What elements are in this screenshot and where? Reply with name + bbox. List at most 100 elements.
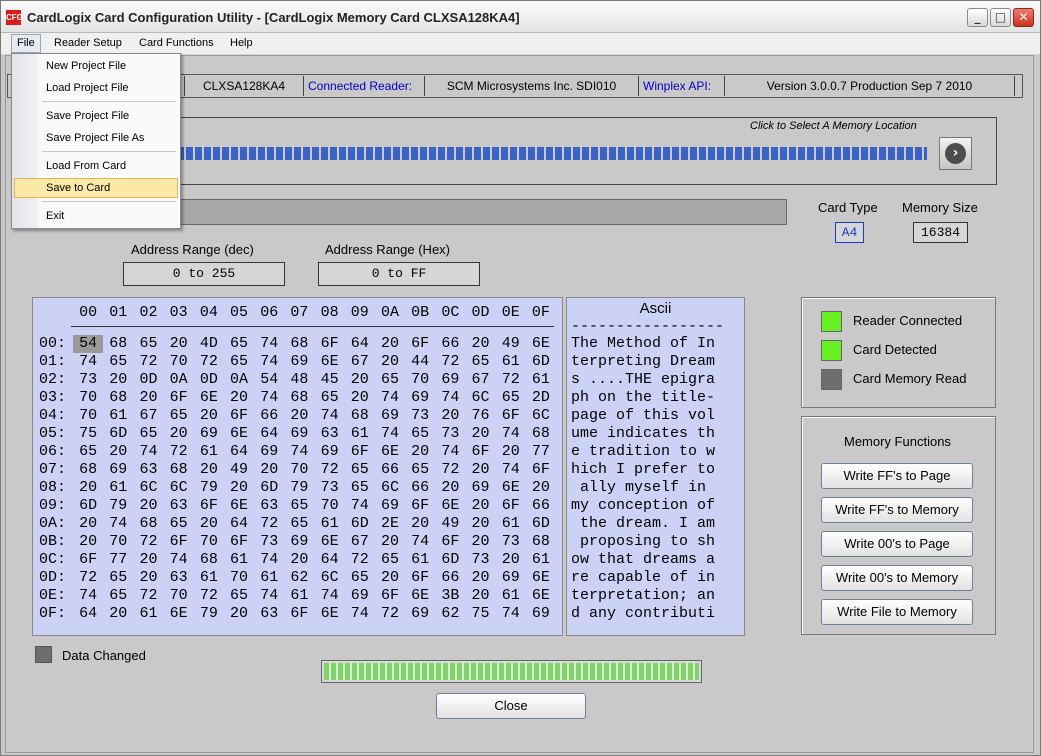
hex-byte-cell[interactable]: 6D [345, 515, 375, 533]
hex-byte-cell[interactable]: 65 [224, 335, 254, 353]
hex-byte-cell[interactable]: 65 [375, 371, 405, 389]
hex-byte-cell[interactable]: 70 [73, 389, 103, 407]
hex-byte-cell[interactable]: 6F [496, 407, 526, 425]
hex-byte-cell[interactable]: 0A [164, 371, 194, 389]
hex-byte-cell[interactable]: 73 [496, 533, 526, 551]
hex-byte-cell[interactable]: 65 [164, 407, 194, 425]
hex-byte-cell[interactable]: 20 [345, 389, 375, 407]
menu-file[interactable]: File [11, 34, 41, 53]
hex-byte-cell[interactable]: 76 [465, 407, 495, 425]
hex-byte-cell[interactable]: 20 [133, 551, 163, 569]
hex-byte-cell[interactable]: 68 [73, 461, 103, 479]
hex-byte-cell[interactable]: 20 [73, 479, 103, 497]
hex-byte-cell[interactable]: 73 [465, 551, 495, 569]
hex-byte-cell[interactable]: 65 [224, 353, 254, 371]
hex-byte-cell[interactable]: 6F [405, 569, 435, 587]
hex-byte-cell[interactable]: 6E [405, 587, 435, 605]
write-file-memory-button[interactable]: Write File to Memory [821, 599, 973, 625]
hex-byte-cell[interactable]: 69 [284, 425, 314, 443]
hex-byte-cell[interactable]: 61 [496, 515, 526, 533]
hex-byte-cell[interactable]: 20 [375, 353, 405, 371]
hex-byte-cell[interactable]: 6C [315, 569, 345, 587]
hex-byte-cell[interactable]: 20 [465, 569, 495, 587]
hex-byte-cell[interactable]: 65 [345, 461, 375, 479]
menu-load-from-card[interactable]: Load From Card [14, 156, 178, 176]
hex-byte-cell[interactable]: 69 [315, 443, 345, 461]
hex-byte-cell[interactable]: 62 [435, 605, 465, 623]
hex-byte-cell[interactable]: 3B [435, 587, 465, 605]
hex-byte-cell[interactable]: 6E [315, 605, 345, 623]
hex-byte-cell[interactable]: 65 [103, 587, 133, 605]
hex-byte-cell[interactable]: 74 [315, 587, 345, 605]
hex-byte-cell[interactable]: 20 [465, 515, 495, 533]
hex-byte-cell[interactable]: 74 [254, 335, 284, 353]
hex-byte-cell[interactable]: 68 [103, 389, 133, 407]
hex-byte-cell[interactable]: 6E [526, 335, 556, 353]
hex-byte-cell[interactable]: 67 [345, 533, 375, 551]
hex-byte-cell[interactable]: 79 [194, 479, 224, 497]
hex-byte-cell[interactable]: 0A [224, 371, 254, 389]
hex-byte-cell[interactable]: 65 [405, 461, 435, 479]
hex-byte-cell[interactable]: 70 [315, 497, 345, 515]
hex-byte-cell[interactable]: 20 [375, 533, 405, 551]
hex-byte-cell[interactable]: 75 [465, 605, 495, 623]
hex-byte-cell[interactable]: 20 [103, 605, 133, 623]
title-bar[interactable]: CFG CardLogix Card Configuration Utility… [1, 1, 1040, 33]
hex-byte-cell[interactable]: 74 [254, 353, 284, 371]
hex-byte-cell[interactable]: 6E [194, 389, 224, 407]
hex-byte-cell[interactable]: 69 [194, 425, 224, 443]
hex-byte-cell[interactable]: 69 [375, 497, 405, 515]
menu-exit[interactable]: Exit [14, 206, 178, 226]
hex-byte-cell[interactable]: 49 [496, 335, 526, 353]
hex-byte-cell[interactable]: 65 [73, 443, 103, 461]
hex-byte-cell[interactable]: 45 [315, 371, 345, 389]
hex-byte-cell[interactable]: 20 [133, 569, 163, 587]
hex-byte-cell[interactable]: 75 [73, 425, 103, 443]
hex-byte-cell[interactable]: 74 [254, 389, 284, 407]
hex-byte-cell[interactable]: 70 [194, 533, 224, 551]
hex-byte-cell[interactable]: 6F [194, 497, 224, 515]
hex-byte-cell[interactable]: 72 [375, 605, 405, 623]
hex-byte-cell[interactable]: 65 [103, 353, 133, 371]
hex-byte-cell[interactable]: 68 [133, 515, 163, 533]
hex-byte-cell[interactable]: 68 [103, 335, 133, 353]
hex-byte-cell[interactable]: 72 [435, 353, 465, 371]
hex-byte-cell[interactable]: 61 [103, 479, 133, 497]
hex-byte-cell[interactable]: 61 [284, 587, 314, 605]
hex-byte-cell[interactable]: 65 [103, 569, 133, 587]
hex-byte-cell[interactable]: 69 [435, 371, 465, 389]
hex-byte-cell[interactable]: 6E [526, 569, 556, 587]
hex-byte-cell[interactable]: 73 [435, 425, 465, 443]
hex-byte-cell[interactable]: 6E [315, 353, 345, 371]
hex-byte-cell[interactable]: 63 [254, 605, 284, 623]
hex-byte-cell[interactable]: 66 [375, 461, 405, 479]
hex-byte-cell[interactable]: 69 [254, 443, 284, 461]
menu-card-functions[interactable]: Card Functions [134, 35, 219, 52]
hex-byte-cell[interactable]: 69 [284, 533, 314, 551]
hex-byte-cell[interactable]: 4D [194, 335, 224, 353]
hex-byte-cell[interactable]: 61 [194, 569, 224, 587]
hex-byte-cell[interactable]: 20 [496, 443, 526, 461]
hex-byte-cell[interactable]: 65 [496, 389, 526, 407]
hex-byte-cell[interactable]: 6D [73, 497, 103, 515]
hex-byte-cell[interactable]: 69 [103, 461, 133, 479]
hex-byte-cell[interactable]: 72 [164, 443, 194, 461]
hex-byte-cell[interactable]: 64 [315, 551, 345, 569]
hex-byte-cell[interactable]: 49 [224, 461, 254, 479]
hex-byte-cell[interactable]: 79 [103, 497, 133, 515]
hex-byte-cell[interactable]: 6D [435, 551, 465, 569]
hex-byte-cell[interactable]: 79 [194, 605, 224, 623]
hex-byte-cell[interactable]: 20 [526, 479, 556, 497]
menu-save-project-file[interactable]: Save Project File [14, 106, 178, 126]
hex-byte-cell[interactable]: 73 [315, 479, 345, 497]
hex-byte-cell[interactable]: 72 [73, 569, 103, 587]
hex-byte-cell[interactable]: 65 [133, 335, 163, 353]
hex-byte-cell[interactable]: 2E [375, 515, 405, 533]
hex-byte-cell[interactable]: 20 [375, 335, 405, 353]
hex-byte-cell[interactable]: 65 [133, 425, 163, 443]
ascii-view[interactable]: Ascii ----------------- The Method of In… [566, 297, 745, 636]
hex-byte-cell[interactable]: 6C [465, 389, 495, 407]
hex-byte-cell[interactable]: 6E [375, 443, 405, 461]
hex-byte-cell[interactable]: 6F [405, 497, 435, 515]
hex-byte-cell[interactable]: 72 [133, 533, 163, 551]
